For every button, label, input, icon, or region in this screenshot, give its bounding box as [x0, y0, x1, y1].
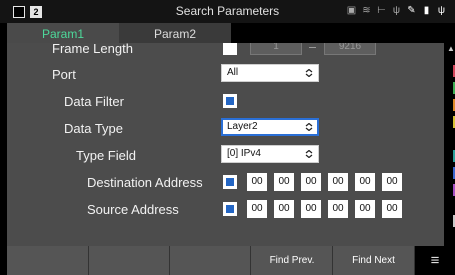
- destination-octet-1[interactable]: 00: [247, 173, 267, 191]
- chevron-up-down-icon: [305, 123, 313, 131]
- power-plug-icon: ψ: [437, 5, 446, 16]
- sd-card-icon: ▮: [423, 5, 430, 16]
- function-key-2[interactable]: [89, 246, 170, 275]
- pen-icon: ✎: [407, 5, 416, 16]
- source-octet-5[interactable]: 00: [355, 200, 375, 218]
- list-filter-icon[interactable]: ≡: [415, 246, 455, 275]
- frame-length-label: Frame Length: [52, 43, 133, 56]
- source-octet-2[interactable]: 00: [274, 200, 294, 218]
- source-address-checkbox[interactable]: [223, 202, 237, 216]
- wifi-icon: ≋: [362, 5, 371, 16]
- type-field-value: [0] IPv4: [227, 148, 261, 159]
- tab-row: Param1 Param2: [0, 23, 455, 43]
- data-filter-label: Data Filter: [64, 94, 124, 109]
- frame-length-checkbox[interactable]: [223, 43, 237, 55]
- range-separator: [309, 47, 316, 48]
- destination-octet-5[interactable]: 00: [355, 173, 375, 191]
- type-field-label: Type Field: [76, 148, 136, 163]
- port-value: All: [227, 67, 239, 78]
- data-filter-checkbox[interactable]: [223, 94, 237, 108]
- source-octet-3[interactable]: 00: [301, 200, 321, 218]
- data-type-select[interactable]: Layer2: [221, 118, 319, 136]
- function-key-3[interactable]: [170, 246, 251, 275]
- scroll-up-icon[interactable]: ▲: [447, 44, 455, 53]
- destination-octet-4[interactable]: 00: [328, 173, 348, 191]
- data-type-value: Layer2: [227, 121, 258, 132]
- title-bar: 2 Search Parameters ▣ ≋ ⊢ ψ ✎ ▮ ψ: [0, 0, 455, 23]
- tab-param1[interactable]: Param1: [7, 23, 119, 43]
- frame-length-min-field[interactable]: 1: [250, 43, 302, 55]
- chevron-up-down-icon: [305, 150, 313, 158]
- port-select[interactable]: All: [221, 64, 319, 82]
- source-octet-6[interactable]: 00: [382, 200, 402, 218]
- destination-octet-6[interactable]: 00: [382, 173, 402, 191]
- chevron-up-down-icon: [305, 69, 313, 77]
- function-key-1[interactable]: [7, 246, 89, 275]
- function-key-bar: Find Prev. Find Next ≡: [7, 246, 455, 275]
- find-prev-button[interactable]: Find Prev.: [252, 246, 333, 275]
- tab-param2[interactable]: Param2: [119, 23, 231, 43]
- printer-icon: ▣: [346, 5, 357, 16]
- parameters-panel: Frame Length 1 9216 Port All Data Filter…: [7, 43, 444, 246]
- destination-octet-3[interactable]: 00: [301, 173, 321, 191]
- network-icon: ⊢: [377, 5, 386, 16]
- destination-address-label: Destination Address: [87, 175, 203, 190]
- data-type-label: Data Type: [64, 121, 124, 136]
- frame-length-max-field[interactable]: 9216: [324, 43, 376, 55]
- type-field-select[interactable]: [0] IPv4: [221, 145, 319, 163]
- source-octet-1[interactable]: 00: [247, 200, 267, 218]
- destination-address-checkbox[interactable]: [223, 175, 237, 189]
- usb-icon: ψ: [392, 5, 401, 16]
- source-address-label: Source Address: [87, 202, 179, 217]
- status-icons: ▣ ≋ ⊢ ψ ✎ ▮ ψ: [346, 5, 447, 17]
- destination-octet-2[interactable]: 00: [274, 173, 294, 191]
- port-label: Port: [52, 67, 76, 82]
- find-next-button[interactable]: Find Next: [333, 246, 415, 275]
- source-octet-4[interactable]: 00: [328, 200, 348, 218]
